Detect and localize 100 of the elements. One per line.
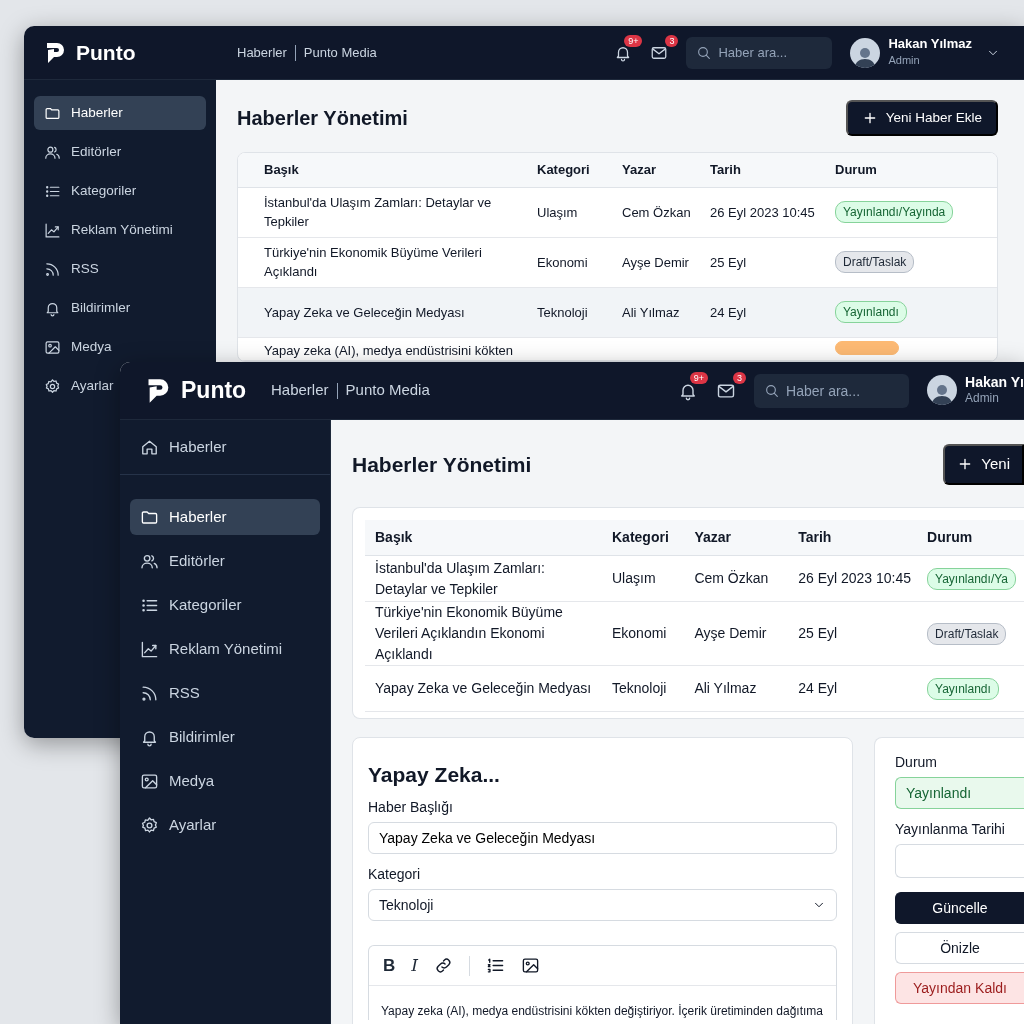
sidebar-item[interactable]: Kategoriler bbox=[130, 587, 320, 623]
news-title-cell: Yapay zeka (AI), medya endüstrisini kökten bbox=[238, 337, 529, 361]
column-header: Kategori bbox=[529, 153, 614, 188]
field-label: Haber Başlığı bbox=[368, 798, 454, 818]
category-cell: Ulaşım bbox=[604, 555, 687, 602]
sidebar-item[interactable]: Bildirimler bbox=[34, 291, 131, 325]
status-badge: Draft/Taslak bbox=[835, 251, 915, 274]
status-badge: Draft/Taslak bbox=[927, 622, 1007, 645]
notification-count: 9+ bbox=[624, 34, 643, 48]
sidebar-item[interactable]: Medya bbox=[34, 330, 112, 364]
sidebar-item[interactable]: Reklam Yönetimi bbox=[34, 213, 173, 247]
date-cell: 26 Eyl 2023 10:45 bbox=[702, 187, 827, 238]
news-title-cell: Türkiye'nin Ekonomik Büyüme Verileri Açıklandın Ekonomi Açıklandı bbox=[365, 601, 604, 666]
column-header: Yazar bbox=[686, 519, 791, 556]
user-name: Hakan Yılmaz bbox=[888, 36, 972, 52]
user-avatar bbox=[850, 37, 881, 68]
breadcrumb-item[interactable]: Haberler bbox=[271, 379, 329, 402]
column-header: Durum bbox=[827, 153, 997, 188]
image-icon bbox=[140, 771, 159, 791]
brand-name: Punto bbox=[181, 376, 247, 406]
date-cell: 24 Eyl bbox=[702, 287, 827, 338]
sidebar-item[interactable]: Bildirimler bbox=[130, 719, 320, 755]
brand-name: Punto bbox=[76, 39, 136, 66]
sidebar-item[interactable]: Medya bbox=[130, 763, 320, 799]
date-cell: 26 Eyl 2023 10:45 bbox=[790, 555, 920, 602]
link-icon[interactable] bbox=[434, 956, 453, 976]
author-cell: Ayşe Demir bbox=[614, 237, 702, 288]
status-select[interactable]: Yayınlandı bbox=[895, 777, 1024, 809]
rss-icon bbox=[44, 260, 61, 278]
table-row[interactable]: İstanbul'da Ulaşım Zamları: Detaylar ve Tepkiler Ulaşım Cem Özkan 26 Eyl 2023 10:45 Yayınlandı/Yayında bbox=[238, 187, 997, 238]
line-chart-icon bbox=[140, 639, 159, 659]
column-header: Yazar bbox=[614, 153, 702, 188]
sidebar-item[interactable]: RSS bbox=[34, 252, 99, 286]
date-cell: 24 Eyl bbox=[790, 665, 920, 712]
column-header: Tarih bbox=[702, 153, 827, 188]
status-badge: Yayınlandı bbox=[835, 301, 907, 324]
table-row[interactable]: Yapay Zeka ve Geleceğin Medyası Teknoloji Ali Yılmaz 24 Eyl Yayınlandı bbox=[238, 287, 997, 338]
breadcrumb-item[interactable]: Haberler bbox=[237, 42, 287, 63]
image-icon bbox=[44, 338, 61, 356]
date-cell: 25 Eyl bbox=[790, 601, 920, 666]
add-news-button[interactable]: Yeni bbox=[943, 444, 1024, 485]
image-icon[interactable] bbox=[521, 956, 540, 976]
category-cell: Teknoloji bbox=[604, 665, 687, 712]
search-field[interactable]: Haber ara... bbox=[686, 36, 833, 69]
table-row[interactable]: Türkiye'nin Ekonomik Büyüme Verileri Açıklandı Ekonomi Ayşe Demir 25 Eyl Draft/Taslak bbox=[238, 237, 997, 288]
category-cell: Ulaşım bbox=[529, 187, 614, 238]
sidebar-item[interactable]: Haberler bbox=[34, 96, 206, 130]
settings-icon bbox=[44, 377, 61, 395]
column-header: Başık bbox=[238, 153, 529, 188]
field-label: Durum bbox=[895, 753, 938, 772]
rich-text-editor[interactable]: B I Yapay zeka (AI), medya endüstrisini kökten değiştiriyor. İçerik üretiminden dağıtıma bbox=[368, 945, 837, 1021]
author-cell: Cem Özkan bbox=[686, 555, 791, 602]
table-row[interactable]: Türkiye'nin Ekonomik Büyüme Verileri Açıklandın Ekonomi Açıklandı Ekonomi Ayşe Demir 25 Eyl Draft/Taslak bbox=[365, 601, 1024, 666]
add-news-button[interactable]: Yeni Haber Ekle bbox=[845, 100, 998, 137]
sidebar-item[interactable]: Kategoriler bbox=[34, 174, 137, 208]
search-icon bbox=[696, 44, 713, 61]
user-role: Admin bbox=[965, 389, 1000, 407]
author-cell: Ali Yılmaz bbox=[614, 287, 702, 338]
sidebar-item[interactable]: RSS bbox=[130, 675, 320, 711]
sidebar-item[interactable]: Ayarlar bbox=[34, 369, 114, 403]
category-select[interactable]: Teknoloji bbox=[368, 889, 837, 922]
breadcrumb-item[interactable]: Punto Media bbox=[345, 379, 430, 402]
settings-icon bbox=[140, 815, 159, 835]
sidebar-item[interactable]: Haberler bbox=[130, 499, 320, 535]
column-header: Başık bbox=[365, 519, 604, 556]
category-cell: Teknoloji bbox=[529, 287, 614, 338]
search-field[interactable]: Haber ara... bbox=[754, 373, 910, 408]
title-input[interactable]: Yapay Zeka ve Geleceğin Medyası bbox=[368, 822, 837, 855]
unpublish-button[interactable]: Yayından Kaldı bbox=[895, 972, 1024, 1004]
page-title: Haberler Yönetimi bbox=[237, 106, 408, 131]
category-cell: Ekonomi bbox=[604, 601, 687, 666]
preview-button[interactable]: Önizle bbox=[895, 932, 1024, 964]
status-badge: Yayınlandı/Yayında bbox=[835, 201, 954, 224]
sidebar-item[interactable]: Editörler bbox=[130, 543, 320, 579]
update-button[interactable]: Güncelle bbox=[895, 892, 1024, 924]
table-row[interactable]: İstanbul'da Ulaşım Zamları: Detaylar ve Tepkiler Ulaşım Cem Özkan 26 Eyl 2023 10:45 Yayınlandı/Ya bbox=[365, 555, 1024, 602]
field-label: Kategori bbox=[368, 865, 422, 885]
sidebar-item[interactable]: Haberler bbox=[130, 420, 320, 474]
italic-button[interactable]: I bbox=[411, 957, 418, 975]
author-cell: Ayşe Demir bbox=[686, 601, 791, 666]
news-title-cell: Türkiye'nin Ekonomik Büyüme Verileri Açıklandı bbox=[238, 237, 529, 288]
column-header: Kategori bbox=[604, 519, 687, 556]
bold-button[interactable]: B bbox=[383, 957, 396, 975]
date-input[interactable] bbox=[895, 844, 1024, 878]
numbered-list-icon[interactable] bbox=[486, 956, 505, 976]
column-header: Durum bbox=[919, 519, 1024, 556]
breadcrumb-item[interactable]: Punto Media bbox=[303, 42, 377, 63]
page-title: Haberler Yönetimi bbox=[352, 451, 532, 477]
column-header: Tarih bbox=[790, 519, 920, 556]
sidebar-item[interactable]: Reklam Yönetimi bbox=[130, 631, 320, 667]
news-title-cell: İstanbul'da Ulaşım Zamları: Detaylar ve Tepkiler bbox=[238, 187, 529, 238]
table-row[interactable]: Yapay Zeka ve Geleceğin Medyası Teknoloji Ali Yılmaz 24 Eyl Yayınlandı bbox=[365, 665, 1024, 712]
news-title-cell: İstanbul'da Ulaşım Zamları: Detaylar ve Tepkiler bbox=[365, 555, 604, 602]
sidebar-item[interactable]: Ayarlar bbox=[130, 807, 320, 843]
field-label: Yayınlanma Tarihi bbox=[895, 820, 1006, 839]
notification-count: 9+ bbox=[689, 371, 709, 385]
date-cell: 25 Eyl bbox=[702, 237, 827, 288]
sidebar-item[interactable]: Editörler bbox=[34, 135, 122, 169]
author-cell: Ali Yılmaz bbox=[686, 665, 791, 712]
message-count: 3 bbox=[665, 34, 679, 48]
